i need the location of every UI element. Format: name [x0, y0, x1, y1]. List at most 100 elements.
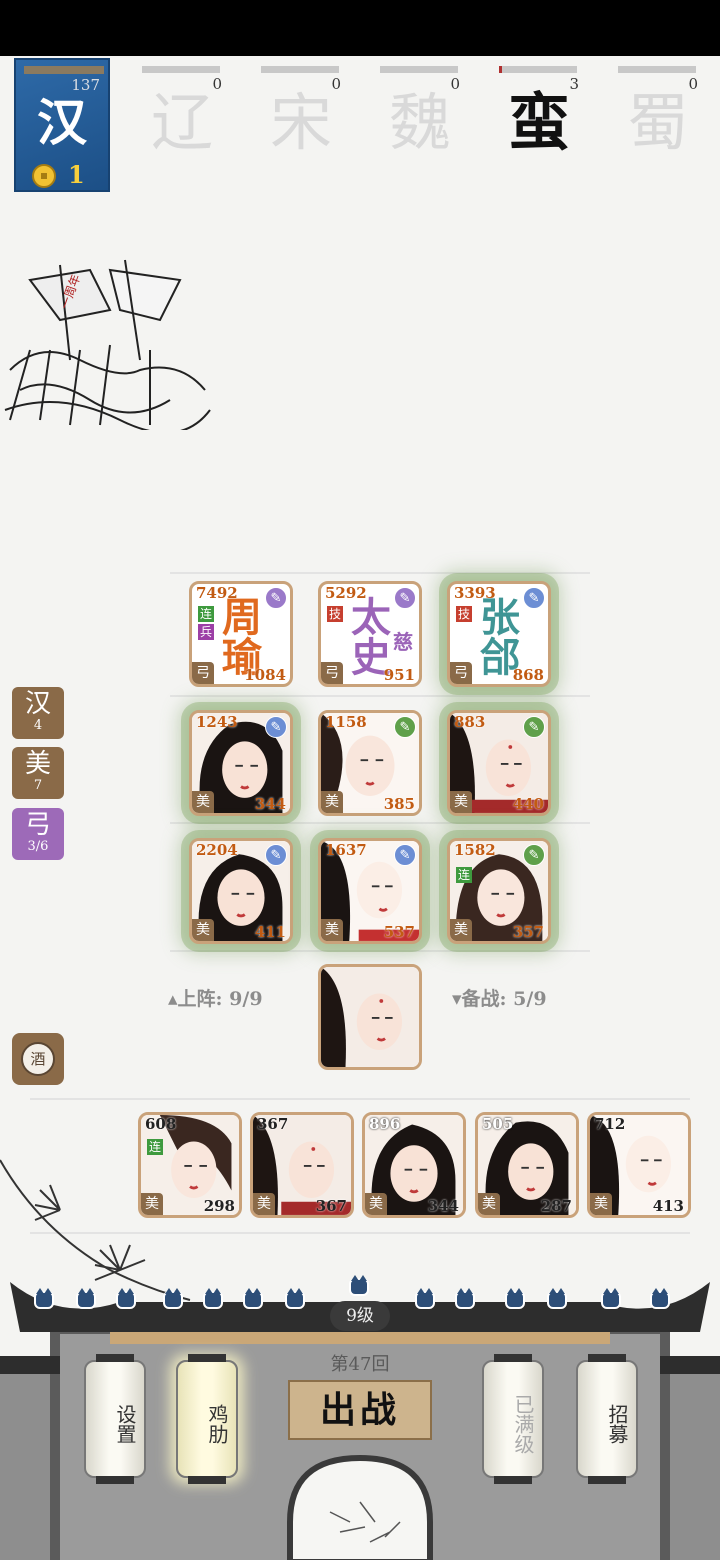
unit-card-beauty[interactable]: 1637 ✎ 美 537	[318, 838, 422, 944]
skill-icon: ✎	[394, 587, 416, 609]
round-label: 第47回	[330, 1354, 390, 1375]
skill-icon: ✎	[265, 844, 287, 866]
faction-progress-bar	[142, 66, 220, 73]
unit-attack: 883	[454, 713, 486, 731]
synergy-label: 汉	[24, 689, 51, 719]
faction-progress-bar	[499, 66, 577, 73]
skill-icon: ✎	[523, 587, 545, 609]
unit-attack: 1637	[325, 841, 367, 859]
unit-type: 美	[192, 919, 214, 941]
grid-line	[170, 950, 590, 952]
faction-wei[interactable]: 0 魏	[380, 58, 470, 178]
cat-ornament-icon	[650, 1288, 670, 1309]
unit-type: 美	[321, 919, 343, 941]
settings-lantern-button[interactable]: 设置	[84, 1354, 146, 1484]
unit-attack: 505	[482, 1115, 514, 1133]
unit-card-beauty[interactable]: 1243 ✎ 美 344	[189, 710, 293, 816]
faction-name: 蛮	[507, 86, 570, 159]
skill-icon: ✎	[265, 716, 287, 738]
faction-song[interactable]: 0 宋	[261, 58, 351, 178]
bench-unit-card[interactable]: 896 美 344	[362, 1112, 466, 1218]
synergy-tag-han[interactable]: 汉 4	[12, 687, 64, 739]
unit-attack: 896	[369, 1115, 401, 1133]
bench-unit-card[interactable]: 505 美 287	[475, 1112, 579, 1218]
tag-lian: 连	[456, 867, 472, 883]
unit-defense: 385	[383, 795, 415, 813]
recruit-lantern-button[interactable]: 招募	[576, 1354, 638, 1484]
faction-count: 0	[688, 75, 698, 93]
unit-defense: 411	[254, 923, 286, 941]
skill-icon: ✎	[394, 716, 416, 738]
unit-defense: 298	[203, 1197, 235, 1215]
wine-icon: 酒	[21, 1042, 55, 1076]
faction-shu[interactable]: 0 蜀	[618, 58, 708, 178]
unit-card-taishici[interactable]: 5292 ✎ 技 太 史 慈 弓 951	[318, 581, 422, 687]
selected-unit-card[interactable]	[318, 964, 422, 1070]
unit-defense: 367	[315, 1197, 347, 1215]
tag-ji: 技	[327, 606, 343, 622]
grid-line	[170, 822, 590, 824]
faction-man[interactable]: 3 蛮	[499, 58, 589, 178]
unit-attack: 608	[145, 1115, 177, 1133]
cat-ornament-icon	[243, 1288, 263, 1309]
bench-unit-card[interactable]: 367 美 367	[250, 1112, 354, 1218]
unit-type: 美	[450, 791, 472, 813]
unit-defense: 287	[540, 1197, 572, 1215]
unit-attack: 1158	[325, 713, 367, 731]
unit-type: 美	[590, 1193, 612, 1215]
battle-button[interactable]: 出战	[288, 1380, 432, 1440]
faction-progress-bar	[24, 66, 104, 74]
unit-defense: 440	[512, 795, 544, 813]
chicken-rib-lantern-button[interactable]: 鸡肋	[176, 1354, 238, 1484]
lantern-label: 设置	[113, 1404, 137, 1444]
unit-defense: 951	[383, 666, 415, 684]
unit-type: 美	[478, 1193, 500, 1215]
synergy-tag-gong[interactable]: 弓 3/6	[12, 808, 64, 860]
faction-name: 宋	[269, 86, 332, 159]
unit-type: 弓	[321, 662, 343, 684]
cat-ornament-icon	[34, 1288, 54, 1309]
unit-card-beauty[interactable]: 1158 ✎ 美 385	[318, 710, 422, 816]
max-level-lantern-button[interactable]: 已满级	[482, 1354, 544, 1484]
wine-button[interactable]: 酒	[12, 1033, 64, 1085]
unit-attack: 1582	[454, 841, 496, 859]
grid-line	[170, 695, 590, 697]
unit-card-beauty[interactable]: 1582 ✎ 连 美 357	[447, 838, 551, 944]
unit-type: 美	[192, 791, 214, 813]
unit-type: 美	[450, 919, 472, 941]
lantern-label: 招募	[605, 1404, 629, 1444]
unit-defense: 344	[254, 795, 286, 813]
unit-defense: 1084	[244, 666, 286, 684]
tag-bing: 兵	[198, 624, 214, 640]
synergy-label: 弓	[24, 810, 51, 840]
player-level-badge: 9级	[330, 1301, 390, 1331]
synergy-label: 美	[24, 749, 51, 779]
synergy-count: 3/6	[27, 839, 49, 854]
unit-defense: 357	[512, 923, 544, 941]
unit-card-zhouyu[interactable]: 7492 ✎ 连 兵 周 瑜 弓 1084	[189, 581, 293, 687]
unit-card-beauty[interactable]: 883 ✎ 美 440	[447, 710, 551, 816]
faction-count: 0	[331, 75, 341, 93]
unit-card-zhanghe[interactable]: 3393 ✎ 技 张 郃 弓 868	[447, 581, 551, 687]
cat-ornament-icon	[163, 1288, 183, 1309]
bench-unit-card[interactable]: 712 美 413	[587, 1112, 691, 1218]
faction-progress-bar	[618, 66, 696, 73]
faction-name: 辽	[150, 86, 213, 159]
faction-count: 0	[212, 75, 222, 93]
lantern-label: 鸡肋	[205, 1404, 229, 1444]
faction-liao[interactable]: 0 辽	[142, 58, 232, 178]
grid-line	[170, 572, 590, 574]
tag-lian: 连	[198, 606, 214, 622]
unit-type: 弓	[450, 662, 472, 684]
coin-icon	[32, 164, 56, 188]
grid-line	[30, 1098, 690, 1100]
faction-progress-bar	[380, 66, 458, 73]
on-field-count: ▴上阵: 9/9	[168, 988, 263, 1010]
faction-han-active[interactable]: 137 汉 1	[14, 58, 110, 192]
synergy-tag-mei[interactable]: 美 7	[12, 747, 64, 799]
cat-ornament-icon	[76, 1288, 96, 1309]
portrait-image	[321, 967, 419, 1067]
hero-name-top: 周	[222, 594, 262, 641]
faction-count: 3	[569, 75, 579, 93]
unit-card-beauty[interactable]: 2204 ✎ 美 411	[189, 838, 293, 944]
